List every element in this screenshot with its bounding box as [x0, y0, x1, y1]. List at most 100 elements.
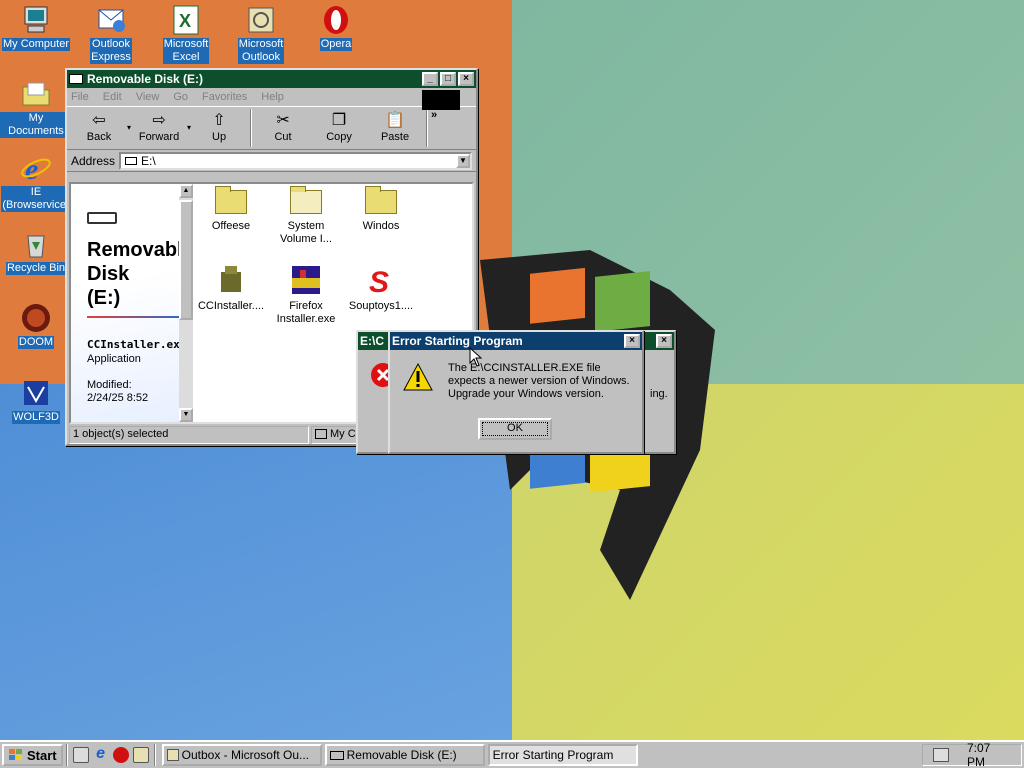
maximize-button[interactable]: □	[440, 72, 456, 86]
windows-logo-icon	[9, 749, 22, 760]
clock[interactable]: 7:07 PM	[967, 741, 1011, 768]
windows-throbber-icon	[422, 90, 460, 110]
desktop-icon-my-computer[interactable]: My Computer	[0, 4, 72, 51]
menu-bar: File Edit View Go Favorites Help	[67, 88, 476, 110]
start-button[interactable]: Start	[2, 744, 63, 766]
scroll-thumb[interactable]	[179, 200, 193, 320]
address-label: Address	[71, 153, 116, 168]
doom-icon	[20, 302, 52, 334]
desktop-icon-wolf3d[interactable]: WOLF3D	[0, 377, 72, 424]
quicklaunch-ie-icon[interactable]: e	[93, 746, 109, 763]
copy-icon: ❐	[331, 112, 347, 129]
address-dropdown-icon[interactable]: ▼	[456, 153, 470, 168]
selected-file-type: Application	[87, 353, 141, 365]
svg-text:X: X	[179, 11, 191, 31]
forward-arrow-icon: ⇨	[152, 112, 166, 129]
desktop-icon-my-documents[interactable]: My Documents	[0, 78, 72, 138]
up-button[interactable]: ⇧ Up	[191, 109, 247, 143]
background-dialog-title: E:\C	[360, 334, 384, 348]
network-tray-icon[interactable]	[933, 748, 949, 762]
menu-edit[interactable]: Edit	[103, 91, 122, 103]
modified-label: Modified:	[87, 379, 132, 391]
desktop-icon-outlook[interactable]: Microsoft Outlook	[225, 4, 297, 64]
taskbar: Start e Outbox - Microsoft Ou... Removab…	[0, 740, 1024, 768]
minimize-button[interactable]: _	[422, 72, 438, 86]
internet-explorer-icon: e	[20, 152, 52, 186]
file-item-ccinstaller[interactable]: CCInstaller....	[193, 264, 269, 313]
file-item-system-volume[interactable]: System Volume I...	[268, 186, 344, 246]
mouse-cursor-icon	[469, 347, 483, 367]
task-removable-disk[interactable]: Removable Disk (E:)	[324, 744, 485, 766]
souptoys-icon: S	[369, 266, 389, 296]
file-item-windos[interactable]: Windos	[343, 186, 419, 233]
forward-button[interactable]: ⇨ Forward	[131, 109, 187, 143]
opera-icon	[320, 4, 352, 36]
menu-file[interactable]: File	[71, 91, 89, 103]
panel-title: Removable Disk (E:)	[87, 239, 179, 309]
installer-icon	[221, 266, 241, 292]
paste-button[interactable]: 📋 Paste	[367, 109, 423, 143]
drive-icon	[69, 74, 83, 84]
explorer-titlebar[interactable]: Removable Disk (E:) _ □ ×	[67, 70, 476, 88]
back-button[interactable]: ⇦ Back	[71, 109, 127, 143]
cut-button[interactable]: ✂ Cut	[255, 109, 311, 143]
menu-help[interactable]: Help	[261, 91, 284, 103]
drive-small-icon	[329, 750, 344, 760]
taskbar-separator	[153, 744, 156, 766]
desktop-icon-doom[interactable]: DOOM	[0, 302, 72, 349]
scroll-up-icon[interactable]: ▲	[179, 184, 193, 198]
address-bar: Address E:\ ▼	[67, 150, 476, 172]
warning-icon	[403, 362, 433, 391]
up-folder-icon: ⇧	[212, 112, 226, 129]
desktop-icon-ie[interactable]: e IE (Browservice)	[0, 152, 72, 212]
background-dialog-close-button[interactable]: ×	[656, 334, 672, 348]
error-dialog-title: Error Starting Program	[392, 334, 523, 348]
folder-icon	[215, 186, 247, 214]
scissors-icon: ✂	[276, 112, 290, 129]
desktop-icon-outlook-express[interactable]: Outlook Express	[75, 4, 147, 64]
file-item-firefox-installer[interactable]: Firefox Installer.exe	[268, 264, 344, 326]
toolbar-separator	[426, 109, 429, 147]
folder-icon	[290, 186, 322, 214]
quicklaunch-desktop-icon[interactable]	[72, 747, 89, 763]
error-dialog-titlebar[interactable]: Error Starting Program ×	[390, 332, 642, 350]
task-error-dialog[interactable]: Error Starting Program	[487, 744, 638, 766]
copy-button[interactable]: ❐ Copy	[311, 109, 367, 143]
file-item-souptoys[interactable]: S Souptoys1....	[343, 264, 419, 313]
svg-text:S: S	[369, 266, 389, 296]
desktop-icon-recycle-bin[interactable]: Recycle Bin	[0, 228, 72, 275]
task-outbox[interactable]: Outbox - Microsoft Ou...	[161, 744, 322, 766]
menu-view[interactable]: View	[136, 91, 160, 103]
scroll-down-icon[interactable]: ▼	[179, 408, 193, 422]
toolbar-more-button[interactable]: »	[431, 109, 437, 121]
toolbar-separator	[250, 109, 253, 147]
system-tray: 7:07 PM	[922, 741, 1022, 768]
background-dialog-text: ing.	[650, 388, 668, 400]
excel-icon: X	[170, 4, 202, 36]
address-input[interactable]: E:\ ▼	[119, 151, 472, 170]
drive-small-icon	[125, 156, 138, 165]
desktop-icon-opera[interactable]: Opera	[300, 4, 372, 51]
removable-disk-icon	[87, 212, 117, 224]
file-item-offeese[interactable]: Offeese	[193, 186, 269, 233]
close-button[interactable]: ×	[458, 72, 474, 86]
computer-icon	[20, 4, 52, 36]
firefox-installer-icon	[292, 266, 320, 294]
panel-scrollbar[interactable]: ▲ ▼	[179, 184, 193, 422]
error-dialog-close-button[interactable]: ×	[624, 334, 640, 348]
folder-icon	[20, 78, 52, 110]
outlook-express-icon	[95, 4, 127, 36]
explorer-toolbar: ⇦ Back ▾ ⇨ Forward ▾ ⇧ Up ✂ Cut ❐ Copy 📋 Paste…	[67, 106, 476, 150]
folder-icon	[365, 186, 397, 214]
ok-button[interactable]: OK	[478, 418, 552, 440]
status-selection: 1 object(s) selected	[69, 426, 309, 444]
desktop-icon-excel[interactable]: X Microsoft Excel	[150, 4, 222, 64]
menu-go[interactable]: Go	[173, 91, 188, 103]
quicklaunch-outlook-icon[interactable]	[132, 747, 149, 763]
selected-file-name: CCInstaller.exe	[87, 338, 179, 351]
menu-favorites[interactable]: Favorites	[202, 91, 247, 103]
error-dialog: Error Starting Program × The E:\CCINSTAL…	[388, 330, 644, 454]
quicklaunch-opera-icon[interactable]	[112, 747, 129, 763]
outlook-small-icon	[166, 749, 179, 761]
error-message: The E:\CCINSTALLER.EXE file expects a ne…	[448, 362, 630, 400]
